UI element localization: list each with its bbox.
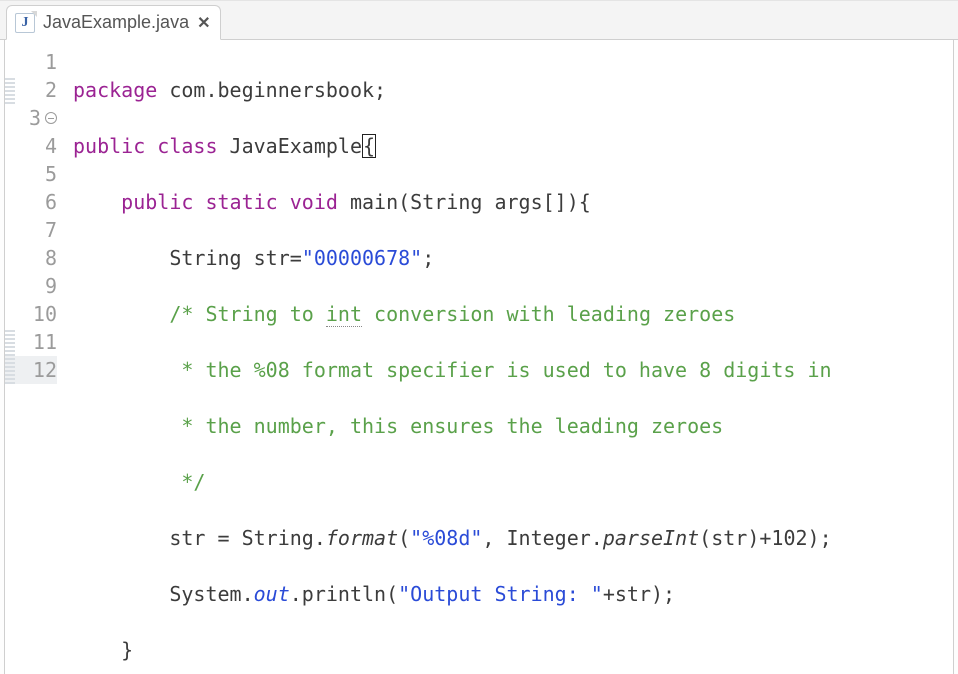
cursor-position: { — [362, 134, 376, 158]
code-editor[interactable]: 1 2 3 4 5 6 7 8 9 10 11 12 package com.b… — [4, 40, 954, 674]
java-file-icon: J — [15, 13, 35, 33]
line-number: 10 — [5, 300, 57, 328]
close-tab-icon[interactable]: ✕ — [197, 13, 210, 33]
editor-tab-filename: JavaExample.java — [43, 12, 189, 33]
line-number: 8 — [5, 244, 57, 272]
editor-tabbar: J JavaExample.java ✕ — [0, 0, 958, 40]
line-number: 6 — [5, 188, 57, 216]
line-number: 2 — [5, 76, 57, 104]
code-area[interactable]: package com.beginnersbook; public class … — [63, 40, 953, 674]
line-number: 12 — [5, 356, 57, 384]
line-number: 11 — [5, 328, 57, 356]
line-number: 5 — [5, 160, 57, 188]
fold-toggle-icon[interactable] — [45, 112, 57, 124]
line-number: 7 — [5, 216, 57, 244]
line-number: 1 — [5, 48, 57, 76]
line-number: 9 — [5, 272, 57, 300]
line-number: 3 — [5, 104, 57, 132]
ide-window: J JavaExample.java ✕ 1 2 3 4 5 6 7 8 9 1… — [0, 0, 958, 674]
line-number: 4 — [5, 132, 57, 160]
line-number-gutter: 1 2 3 4 5 6 7 8 9 10 11 12 — [5, 40, 63, 674]
editor-tab-javaexample[interactable]: J JavaExample.java ✕ — [6, 5, 221, 40]
